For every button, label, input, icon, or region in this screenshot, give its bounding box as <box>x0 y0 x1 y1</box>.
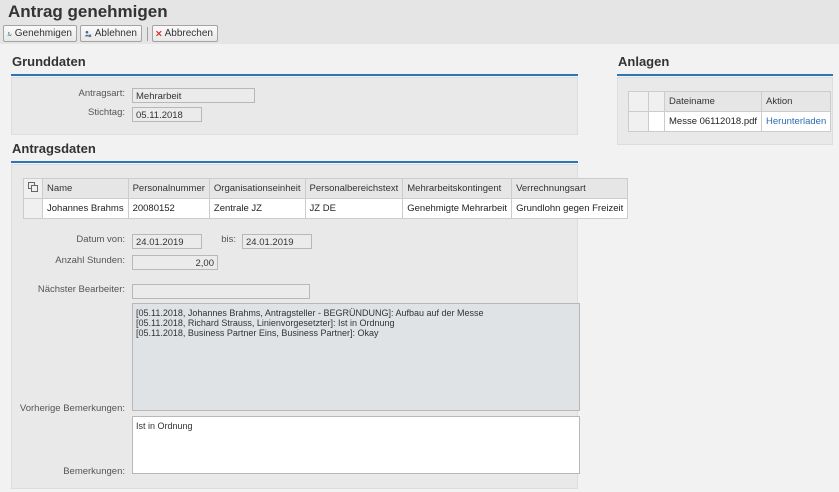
antragsdaten-title: Antragsdaten <box>12 141 96 156</box>
reject-button[interactable]: Ablehnen <box>80 25 142 42</box>
anlagen-action-cell: Herunterladen <box>761 111 832 132</box>
anlagen-col-dateiname: Dateiname <box>663 91 763 112</box>
cell-name: Johannes Brahms <box>42 198 129 219</box>
table-settings-icon <box>28 182 38 192</box>
approve-button[interactable]: Genehmigen <box>3 25 77 42</box>
col-personalbereichstext: Personalbereichstext <box>304 178 404 199</box>
anlagen-header-row: Dateiname Aktion <box>628 91 832 112</box>
vorherige-bemerkungen-label: Vorherige Bemerkungen: <box>19 403 125 414</box>
cancel-label: Abbrechen <box>164 28 213 39</box>
anlagen-title: Anlagen <box>618 54 670 69</box>
vorherige-bemerkungen-textarea[interactable]: [05.11.2018, Johannes Brahms, Antragstel… <box>132 303 580 411</box>
cancel-x-icon <box>156 30 162 37</box>
bemerkungen-label: Bemerkungen: <box>63 466 125 477</box>
page-title: Antrag genehmigen <box>8 2 168 21</box>
table-settings-header[interactable] <box>23 178 43 199</box>
antragsdaten-header-row: Name Personalnummer Organisationseinheit… <box>23 178 629 199</box>
naechster-bearbeiter-label: Nächster Bearbeiter: <box>37 284 125 295</box>
col-verrechnungsart: Verrechnungsart <box>511 178 629 199</box>
col-organisationseinheit: Organisationseinheit <box>208 178 306 199</box>
bemerkungen-text: Ist in Ordnung <box>136 421 193 431</box>
antragsart-field[interactable]: Mehrarbeit <box>132 88 255 103</box>
approve-person-icon <box>7 31 12 36</box>
approve-label: Genehmigen <box>14 28 72 39</box>
anlagen-extra-header <box>648 91 665 112</box>
reject-person-icon <box>84 30 92 37</box>
grunddaten-panel <box>11 77 578 135</box>
toolbar-separator <box>147 27 148 41</box>
cell-verrechnungsart: Grundlohn gegen Freizeit <box>511 198 629 219</box>
anzahl-stunden-label: Anzahl Stunden: <box>55 255 125 266</box>
title-bar: Antrag genehmigen <box>0 0 839 24</box>
stichtag-label: Stichtag: <box>88 107 125 118</box>
toolbar: Genehmigen Ablehnen Abbrechen <box>0 24 839 44</box>
cell-personalnummer: 20080152 <box>127 198 210 219</box>
antragsdaten-rule <box>11 161 578 163</box>
bemerkungen-textarea[interactable]: Ist in Ordnung <box>132 416 580 474</box>
grunddaten-title: Grunddaten <box>12 54 86 69</box>
anlagen-table: Dateiname Aktion Messe 06112018.pdf Heru… <box>628 91 832 132</box>
row-selector[interactable] <box>23 198 43 219</box>
naechster-bearbeiter-field[interactable] <box>132 284 310 299</box>
row-extra-cell <box>648 111 665 132</box>
row-selector[interactable] <box>628 111 649 132</box>
antragsart-label: Antragsart: <box>78 88 125 99</box>
table-row[interactable]: Messe 06112018.pdf Herunterladen <box>628 111 832 132</box>
bis-field[interactable]: 24.01.2019 <box>242 234 312 249</box>
anlagen-filename-cell: Messe 06112018.pdf <box>663 111 763 132</box>
cancel-button[interactable]: Abbrechen <box>152 25 218 42</box>
datum-von-field[interactable]: 24.01.2019 <box>132 234 202 249</box>
stichtag-field[interactable]: 05.11.2018 <box>132 107 202 122</box>
antragsdaten-table: Name Personalnummer Organisationseinheit… <box>23 178 629 219</box>
bemerkung-line: [05.11.2018, Johannes Brahms, Antragstel… <box>136 308 484 318</box>
col-name: Name <box>42 178 129 199</box>
table-row[interactable]: Johannes Brahms 20080152 Zentrale JZ JZ … <box>23 198 629 219</box>
anlagen-select-header <box>628 91 649 112</box>
col-mehrarbeitskontingent: Mehrarbeitskontingent <box>402 178 513 199</box>
anlagen-col-aktion: Aktion <box>761 91 832 112</box>
grunddaten-rule <box>11 74 578 76</box>
bis-label: bis: <box>221 234 236 245</box>
bemerkung-line: [05.11.2018, Richard Strauss, Linienvorg… <box>136 318 395 328</box>
reject-label: Ablehnen <box>94 28 137 39</box>
bemerkung-line: [05.11.2018, Business Partner Eins, Busi… <box>136 328 379 338</box>
cell-personalbereichstext: JZ DE <box>304 198 404 219</box>
datum-von-label: Datum von: <box>76 234 125 245</box>
cell-mehrarbeitskontingent: Genehmigte Mehrarbeit <box>402 198 513 219</box>
col-personalnummer: Personalnummer <box>127 178 210 199</box>
download-link[interactable]: Herunterladen <box>766 116 826 127</box>
cell-organisationseinheit: Zentrale JZ <box>208 198 306 219</box>
anlagen-rule <box>617 74 833 76</box>
anzahl-stunden-field[interactable]: 2,00 <box>132 255 218 270</box>
